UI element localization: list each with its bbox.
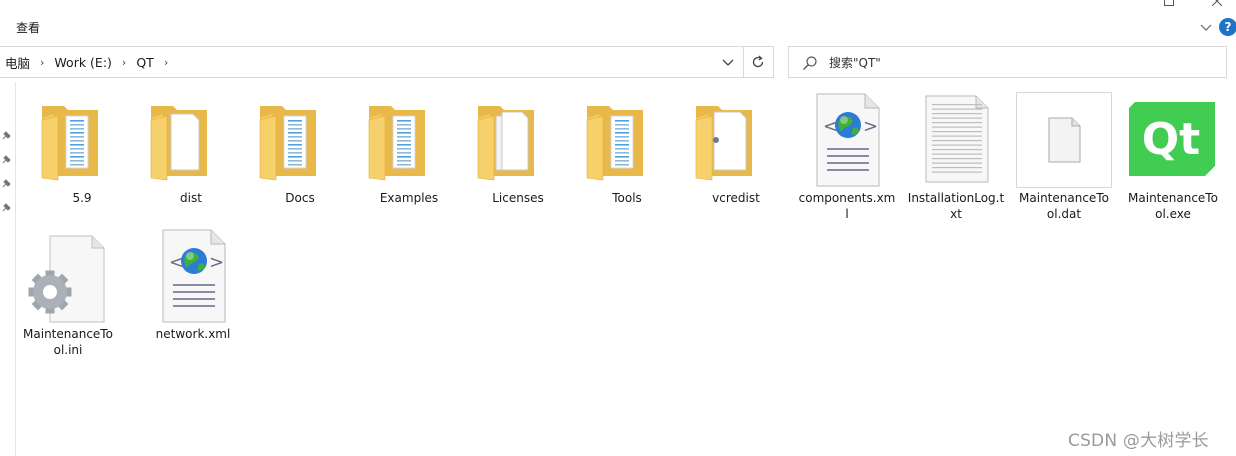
folder-icon	[34, 96, 130, 192]
item-label: dist	[137, 190, 245, 206]
file-icon	[1016, 92, 1112, 188]
item-label-line: 5.9	[72, 191, 92, 205]
qt-logo-icon: Qt	[1125, 92, 1221, 188]
item-label: vcredist	[682, 190, 790, 206]
item-label-line: MaintenanceTo	[1019, 191, 1109, 205]
svg-text:>: >	[209, 252, 224, 273]
breadcrumb-chevron-icon[interactable]: ›	[34, 56, 50, 69]
item-label: MaintenanceTo ol.dat	[1010, 190, 1118, 222]
refresh-icon[interactable]	[749, 53, 767, 71]
item-label-line: Examples	[379, 191, 439, 205]
item-label-line: dist	[180, 191, 202, 205]
navigation-pane[interactable]	[0, 82, 16, 456]
item-label-line: MaintenanceTo	[1128, 191, 1218, 205]
folder-icon	[252, 96, 348, 192]
item-label-line: components.xm	[798, 191, 896, 205]
text-file-icon	[908, 92, 1004, 188]
item-label: 5.9	[28, 190, 136, 206]
item-label: Licenses	[464, 190, 572, 206]
breadcrumb-chevron-icon[interactable]: ›	[116, 56, 132, 69]
item-label-line: xt	[950, 207, 962, 221]
breadcrumb-chevron-icon[interactable]: ›	[158, 56, 174, 69]
watermark: CSDN @大树学长	[1068, 431, 1209, 451]
divider	[743, 47, 744, 77]
item-label: Examples	[355, 190, 463, 206]
svg-text:Qt: Qt	[1142, 114, 1200, 165]
item-label-line: ol.dat	[1046, 207, 1082, 221]
maximize-icon[interactable]	[1164, 0, 1174, 6]
breadcrumb-item[interactable]: Work (E:)	[50, 55, 116, 70]
search-box[interactable]	[788, 46, 1227, 78]
item-label-line: ol.exe	[1155, 207, 1191, 221]
search-input[interactable]	[829, 53, 1209, 73]
folder-icon	[361, 96, 457, 192]
pin-icon[interactable]	[0, 130, 12, 142]
svg-text:>: >	[863, 116, 878, 137]
ribbon-tab-view[interactable]: 查看	[16, 19, 40, 36]
breadcrumb-item[interactable]: 电脑	[1, 53, 34, 72]
item-label-line: MaintenanceTo	[23, 327, 113, 341]
item-label-line: InstallationLog.t	[907, 191, 1005, 205]
item-label: components.xm l	[793, 190, 901, 222]
folder-icon	[688, 96, 784, 192]
item-label: InstallationLog.t xt	[902, 190, 1010, 222]
folder-icon	[143, 96, 239, 192]
ribbon: 查看 ?	[0, 0, 1236, 42]
item-label: MaintenanceTo ol.ini	[14, 326, 122, 358]
chevron-down-icon[interactable]	[1199, 20, 1213, 34]
folder-icon	[579, 96, 675, 192]
breadcrumb-item[interactable]: QT	[132, 55, 157, 70]
xml-file-icon: < >	[145, 228, 241, 324]
item-label: Docs	[246, 190, 354, 206]
pin-icon[interactable]	[0, 202, 12, 214]
help-icon[interactable]: ?	[1219, 18, 1236, 36]
address-bar[interactable]: 电脑 › Work (E:) › QT ›	[0, 46, 774, 78]
item-label-line: ol.ini	[53, 343, 83, 357]
pin-icon[interactable]	[0, 178, 12, 190]
folder-icon	[470, 96, 566, 192]
item-label-line: Tools	[612, 191, 642, 205]
settings-file-icon	[20, 232, 116, 328]
address-history-chevron-icon[interactable]	[721, 55, 735, 69]
pin-icon[interactable]	[0, 154, 12, 166]
item-label-line: l	[845, 207, 849, 221]
item-label-line: Docs	[285, 191, 315, 205]
breadcrumb: 电脑 › Work (E:) › QT ›	[1, 47, 174, 77]
xml-file-icon: < >	[799, 92, 895, 188]
item-label-line: Licenses	[492, 191, 544, 205]
item-label-line: network.xml	[155, 327, 231, 341]
search-icon	[803, 56, 817, 70]
close-icon[interactable]	[1212, 0, 1222, 6]
item-label: network.xml	[139, 326, 247, 342]
item-label-line: vcredist	[712, 191, 760, 205]
item-label: MaintenanceTo ol.exe	[1119, 190, 1227, 222]
item-label: Tools	[573, 190, 681, 206]
